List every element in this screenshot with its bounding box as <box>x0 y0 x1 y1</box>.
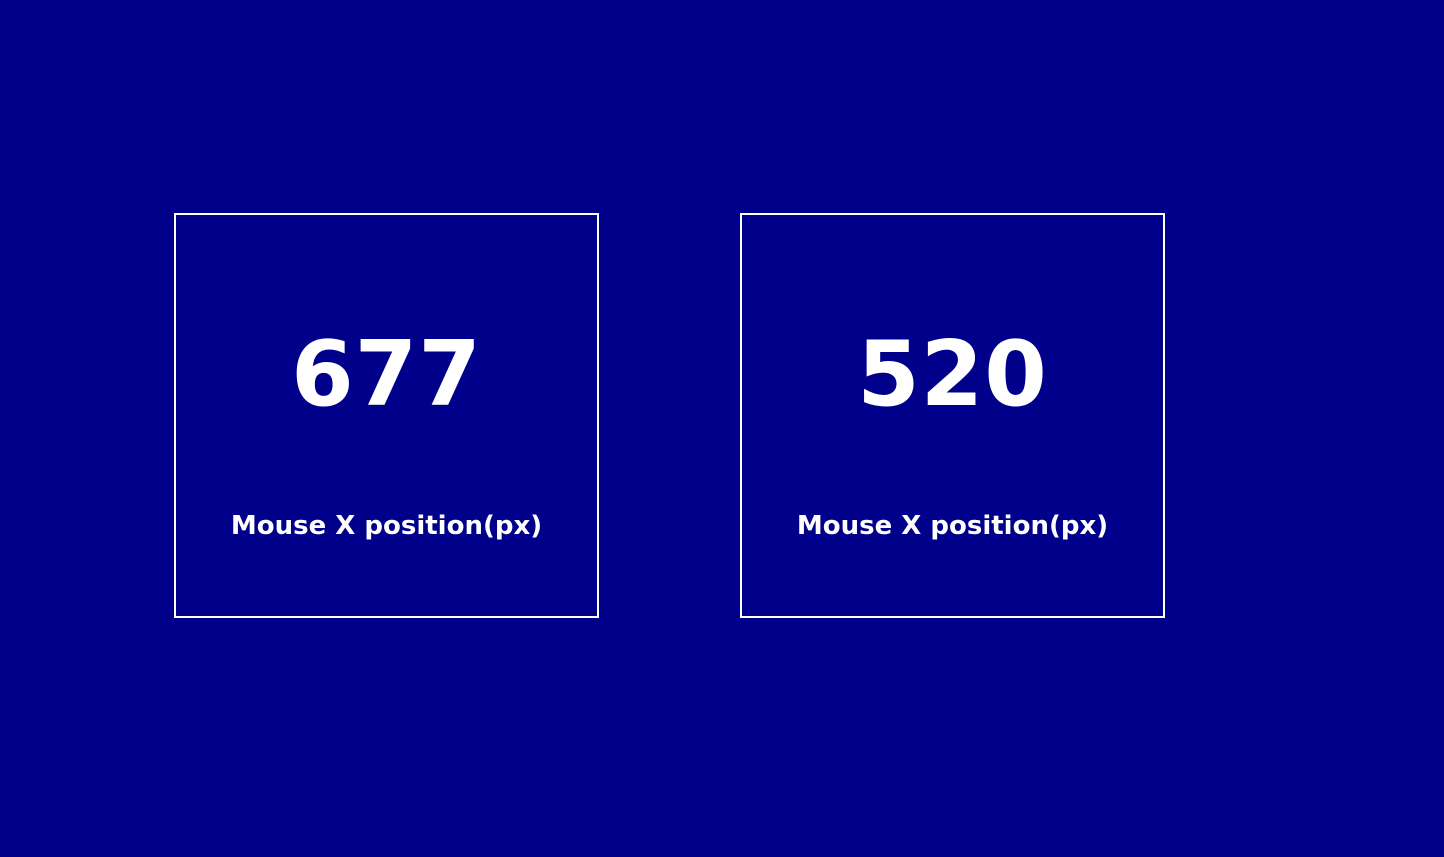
mouse-position-label: Mouse X position(px) <box>796 511 1109 541</box>
mouse-x-card-2: 520 Mouse X position(px) <box>740 213 1165 618</box>
page-canvas: 677 Mouse X position(px) 520 Mouse X pos… <box>0 0 1444 857</box>
mouse-position-value: 520 <box>857 322 1048 427</box>
mouse-x-card-1: 677 Mouse X position(px) <box>174 213 599 618</box>
mouse-position-value: 677 <box>291 322 482 427</box>
mouse-position-label: Mouse X position(px) <box>230 511 543 541</box>
